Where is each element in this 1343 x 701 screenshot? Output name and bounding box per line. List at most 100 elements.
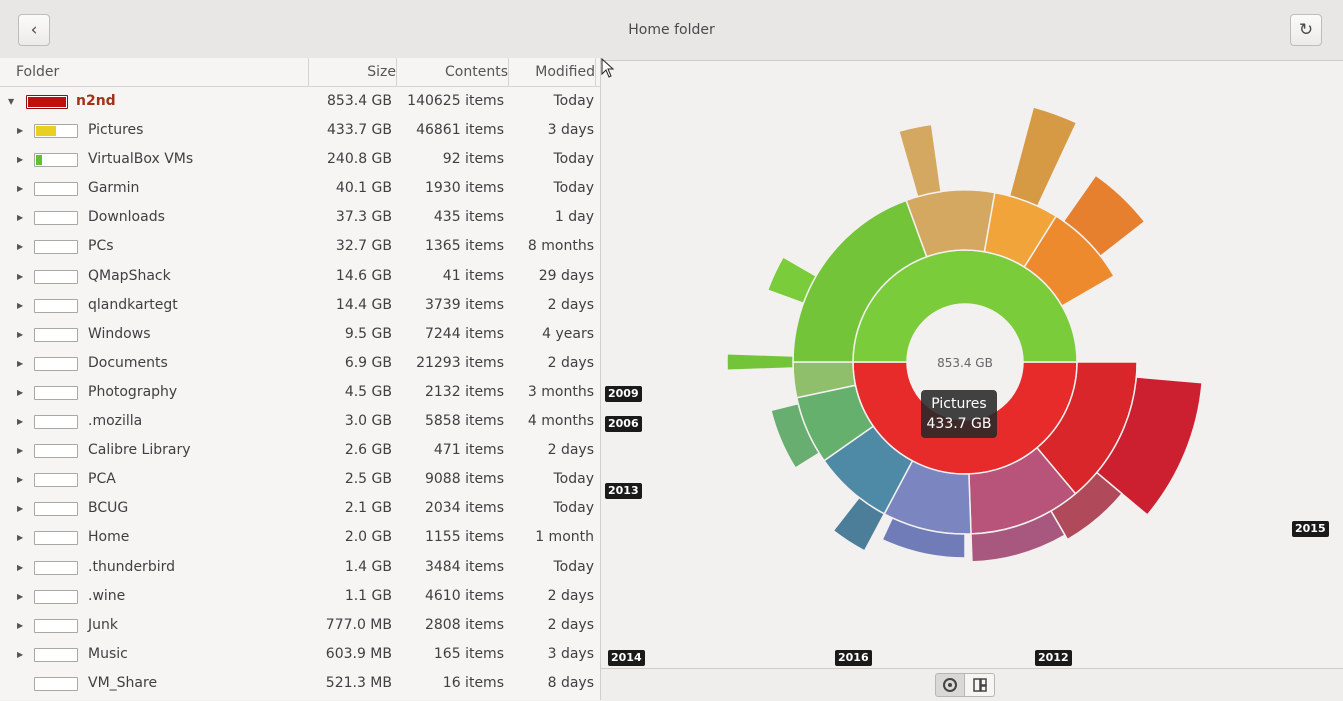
expander-collapsed-icon[interactable]: ▶	[17, 378, 23, 407]
table-row[interactable]: ▶ PCs 32.7 GB 1365 items 8 months	[0, 232, 600, 261]
folder-modified: 29 days	[538, 267, 594, 284]
table-row[interactable]: ▶ Calibre Library 2.6 GB 471 items 2 days	[0, 436, 600, 465]
ring-segment[interactable]	[1008, 106, 1078, 208]
folder-size: 853.4 GB	[327, 93, 392, 109]
expander-collapsed-icon[interactable]: ▶	[17, 174, 23, 203]
folder-contents: 9088 items	[424, 471, 504, 488]
rings-chart[interactable]: 853.4 GB Pictures 433.7 GB 2009 2006 201…	[601, 58, 1343, 668]
table-row[interactable]: ▶ QMapShack 14.6 GB 41 items 29 days	[0, 262, 600, 291]
table-row[interactable]: ▶ Windows 9.5 GB 7244 items 4 years	[0, 320, 600, 349]
expander-collapsed-icon[interactable]: ▶	[17, 611, 23, 640]
folder-contents: 3484 items	[424, 558, 504, 575]
expander-collapsed-icon[interactable]: ▶	[17, 349, 23, 378]
column-header-contents[interactable]: Contents	[396, 58, 508, 86]
ring-segment[interactable]	[726, 352, 794, 372]
table-row[interactable]: ▶ .mozilla 3.0 GB 5858 items 4 months	[0, 407, 600, 436]
usage-bar	[34, 356, 78, 371]
folder-contents: 1155 items	[424, 529, 504, 546]
expander-collapsed-icon[interactable]: ▶	[17, 232, 23, 261]
column-header-folder[interactable]: Folder	[16, 58, 59, 86]
expander-expanded-icon[interactable]: ▼	[8, 87, 14, 116]
folder-modified: 2 days	[547, 296, 594, 313]
folder-size: 14.4 GB	[335, 296, 392, 313]
usage-bar	[26, 95, 68, 109]
treemap-toggle[interactable]	[965, 673, 995, 697]
usage-bar-fill	[36, 155, 42, 166]
folder-name: Garmin	[88, 180, 140, 197]
expander-collapsed-icon[interactable]: ▶	[17, 640, 23, 669]
folder-size: 2.0 GB	[344, 529, 392, 546]
column-header-modified[interactable]: Modified	[508, 58, 596, 86]
column-header-size[interactable]: Size	[308, 58, 396, 86]
table-row[interactable]: ▶ Photography 4.5 GB 2132 items 3 months	[0, 378, 600, 407]
table-body: ▼ n2nd 853.4 GB 140625 items Today ▶ Pictures 4…	[0, 87, 600, 698]
table-row[interactable]: ▶ Downloads 37.3 GB 435 items 1 day	[0, 203, 600, 232]
folder-modified: 3 days	[547, 122, 594, 139]
expander-collapsed-icon[interactable]: ▶	[17, 291, 23, 320]
rings-chart-toggle[interactable]	[935, 673, 965, 697]
reload-icon: ↻	[1298, 20, 1314, 40]
folder-name: PCA	[88, 471, 116, 488]
table-row[interactable]: ▶ Pictures 433.7 GB 46861 items 3 days	[0, 116, 600, 145]
folder-size: 521.3 MB	[325, 674, 392, 691]
treemap-icon	[972, 678, 987, 692]
folder-name: Photography	[88, 383, 178, 400]
folder-contents: 1365 items	[424, 238, 504, 255]
expander-collapsed-icon[interactable]: ▶	[17, 407, 23, 436]
table-row[interactable]: ▶ Junk 777.0 MB 2808 items 2 days	[0, 611, 600, 640]
expander-collapsed-icon[interactable]: ▶	[17, 582, 23, 611]
usage-bar	[34, 560, 78, 575]
folder-size: 9.5 GB	[344, 325, 392, 342]
table-header: Folder Size Contents Modified	[0, 58, 600, 87]
table-row[interactable]: ▶ BCUG 2.1 GB 2034 items Today	[0, 494, 600, 523]
table-row[interactable]: ▶ PCA 2.5 GB 9088 items Today	[0, 465, 600, 494]
expander-collapsed-icon[interactable]: ▶	[17, 320, 23, 349]
folder-modified: Today	[553, 180, 595, 197]
folder-size: 240.8 GB	[327, 151, 392, 168]
expander-collapsed-icon[interactable]: ▶	[17, 145, 23, 174]
expander-collapsed-icon[interactable]: ▶	[17, 436, 23, 465]
expander-collapsed-icon[interactable]: ▶	[17, 494, 23, 523]
folder-name: VM_Share	[88, 674, 158, 691]
table-row[interactable]: ▶ VirtualBox VMs 240.8 GB 92 items Today	[0, 145, 600, 174]
usage-bar	[34, 182, 78, 197]
folder-modified: Today	[553, 151, 595, 168]
expander-collapsed-icon[interactable]: ▶	[17, 262, 23, 291]
view-switcher-bar	[601, 668, 1343, 701]
folder-name: .mozilla	[88, 413, 143, 430]
folder-contents: 140625 items	[407, 93, 504, 109]
folder-name: n2nd	[76, 93, 116, 109]
folder-size: 32.7 GB	[335, 238, 392, 255]
expander-collapsed-icon[interactable]: ▶	[17, 203, 23, 232]
expander-collapsed-icon[interactable]: ▶	[17, 116, 23, 145]
expander-collapsed-icon[interactable]: ▶	[17, 523, 23, 552]
folder-modified: 3 days	[547, 645, 594, 662]
reload-button[interactable]: ↻	[1290, 14, 1322, 46]
expander-collapsed-icon[interactable]: ▶	[17, 553, 23, 582]
usage-bar	[34, 473, 78, 488]
ring-segment[interactable]	[897, 123, 942, 198]
expander-collapsed-icon[interactable]: ▶	[17, 465, 23, 494]
folder-contents: 2808 items	[424, 616, 504, 633]
table-row[interactable]: ▶ Documents 6.9 GB 21293 items 2 days	[0, 349, 600, 378]
table-row[interactable]: ▶ qlandkartegt 14.4 GB 3739 items 2 days	[0, 291, 600, 320]
table-row[interactable]: ▶ Music 603.9 MB 165 items 3 days	[0, 640, 600, 669]
folder-name: Home	[88, 529, 130, 546]
folder-name: VirtualBox VMs	[88, 151, 194, 168]
folder-modified: 8 days	[547, 674, 594, 691]
folder-contents: 471 items	[433, 442, 504, 459]
callout-label: 2014	[608, 650, 645, 666]
folder-size: 2.5 GB	[344, 471, 392, 488]
usage-bar	[34, 589, 78, 604]
folder-name: QMapShack	[88, 267, 171, 284]
table-row[interactable]: VM_Share 521.3 MB 16 items 8 days	[0, 669, 600, 698]
table-row[interactable]: ▶ Home 2.0 GB 1155 items 1 month	[0, 523, 600, 552]
callout-label: 2009	[605, 386, 642, 402]
folder-name: Windows	[88, 325, 151, 342]
table-row[interactable]: ▶ .thunderbird 1.4 GB 3484 items Today	[0, 553, 600, 582]
callout-label: 2006	[605, 416, 642, 432]
folder-contents: 165 items	[433, 645, 504, 662]
table-row[interactable]: ▶ Garmin 40.1 GB 1930 items Today	[0, 174, 600, 203]
table-row[interactable]: ▶ .wine 1.1 GB 4610 items 2 days	[0, 582, 600, 611]
table-row[interactable]: ▼ n2nd 853.4 GB 140625 items Today	[0, 87, 600, 116]
